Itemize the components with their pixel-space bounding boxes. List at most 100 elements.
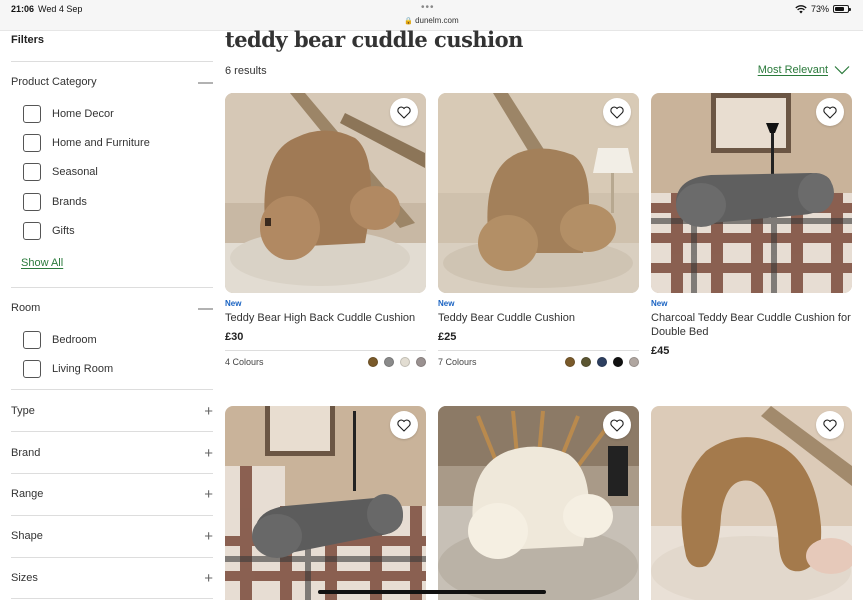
collapse-icon[interactable]: — [198, 74, 213, 91]
option-label: Home Decor [52, 108, 114, 120]
colour-swatch[interactable] [400, 357, 410, 367]
expand-icon[interactable]: + [204, 403, 213, 420]
colour-swatch[interactable] [416, 357, 426, 367]
product-card[interactable]: New Charcoal Teddy Bear Cuddle Cushion f… [651, 93, 852, 357]
home-indicator[interactable] [318, 590, 546, 594]
address-bar[interactable]: 🔒 dunelm.com [0, 16, 863, 25]
product-image[interactable] [438, 406, 639, 600]
divider [11, 287, 213, 288]
product-name[interactable]: Teddy Bear High Back Cuddle Cushion [225, 311, 426, 325]
divider [11, 473, 213, 474]
divider [11, 598, 213, 599]
new-badge: New [225, 299, 242, 308]
filter-section-room[interactable]: Room — [11, 298, 213, 318]
product-price: £30 [225, 331, 244, 343]
checkbox[interactable] [23, 331, 41, 349]
checkbox[interactable] [23, 105, 41, 123]
colour-swatch[interactable] [597, 357, 607, 367]
filter-option-seasonal[interactable]: Seasonal [23, 163, 98, 181]
filter-option-brands[interactable]: Brands [23, 193, 87, 211]
checkbox[interactable] [23, 222, 41, 240]
checkbox[interactable] [23, 193, 41, 211]
product-card[interactable] [651, 406, 852, 600]
filter-section-brand[interactable]: Brand + [11, 443, 213, 463]
section-label: Room [11, 302, 41, 314]
lock-icon: 🔒 [404, 18, 414, 25]
filter-section-product-category[interactable]: Product Category — [11, 72, 213, 92]
url-text: dunelm.com [415, 16, 459, 25]
product-card[interactable] [225, 406, 426, 600]
checkbox[interactable] [23, 134, 41, 152]
expand-icon[interactable]: + [204, 486, 213, 503]
product-image[interactable] [225, 406, 426, 600]
divider [11, 431, 213, 432]
collapse-icon[interactable]: — [198, 300, 213, 317]
product-name[interactable]: Teddy Bear Cuddle Cushion [438, 311, 639, 325]
section-label: Type [11, 405, 35, 417]
wifi-icon [795, 4, 807, 13]
section-label: Sizes [11, 572, 38, 584]
colour-swatch[interactable] [581, 357, 591, 367]
wishlist-button[interactable] [603, 98, 631, 126]
heart-icon [397, 106, 411, 119]
product-card[interactable] [438, 406, 639, 600]
filter-option-bedroom[interactable]: Bedroom [23, 331, 97, 349]
new-badge: New [651, 299, 668, 308]
heart-icon [397, 419, 411, 432]
section-label: Range [11, 488, 44, 500]
product-card[interactable]: New Teddy Bear High Back Cuddle Cushion … [225, 93, 426, 367]
divider [11, 389, 213, 390]
filter-option-gifts[interactable]: Gifts [23, 222, 75, 240]
sort-label: Most Relevant [757, 64, 828, 76]
product-price: £25 [438, 331, 457, 343]
filter-option-living-room[interactable]: Living Room [23, 360, 113, 378]
product-card[interactable]: New Teddy Bear Cuddle Cushion £25 7 Colo… [438, 93, 639, 367]
option-label: Brands [52, 196, 87, 208]
filter-option-home-and-furniture[interactable]: Home and Furniture [23, 134, 150, 152]
checkbox[interactable] [23, 163, 41, 181]
status-date: Wed 4 Sep [38, 4, 83, 14]
filter-section-shape[interactable]: Shape + [11, 526, 213, 546]
filter-section-type[interactable]: Type + [11, 401, 213, 421]
page-title: teddy bear cuddle cushion [225, 27, 523, 52]
wishlist-button[interactable] [390, 411, 418, 439]
more-dots-icon[interactable]: ••• [421, 2, 435, 13]
colours-count: 7 Colours [438, 357, 477, 367]
product-image[interactable] [651, 406, 852, 600]
filter-option-home-decor[interactable]: Home Decor [23, 105, 114, 123]
heart-icon [823, 419, 837, 432]
colour-swatch[interactable] [368, 357, 378, 367]
heart-icon [610, 419, 624, 432]
colour-options: 7 Colours [438, 350, 639, 367]
option-label: Living Room [52, 363, 114, 375]
wishlist-button[interactable] [816, 98, 844, 126]
show-all-link[interactable]: Show All [21, 257, 63, 269]
product-image[interactable] [225, 93, 426, 293]
section-label: Brand [11, 447, 41, 459]
divider [11, 515, 213, 516]
new-badge: New [438, 299, 455, 308]
wishlist-button[interactable] [390, 98, 418, 126]
checkbox[interactable] [23, 360, 41, 378]
expand-icon[interactable]: + [204, 570, 213, 587]
product-image[interactable] [651, 93, 852, 293]
colours-count: 4 Colours [225, 357, 264, 367]
wishlist-button[interactable] [603, 411, 631, 439]
expand-icon[interactable]: + [204, 445, 213, 462]
colour-swatch[interactable] [565, 357, 575, 367]
product-name[interactable]: Charcoal Teddy Bear Cuddle Cushion for D… [651, 311, 852, 339]
divider [11, 61, 213, 62]
sort-dropdown[interactable]: Most Relevant [758, 64, 850, 76]
wishlist-button[interactable] [816, 411, 844, 439]
expand-icon[interactable]: + [204, 528, 213, 545]
colour-swatch[interactable] [613, 357, 623, 367]
filter-section-range[interactable]: Range + [11, 484, 213, 504]
results-count: 6 results [225, 65, 267, 77]
option-label: Gifts [52, 225, 75, 237]
heart-icon [610, 106, 624, 119]
colour-swatch[interactable] [629, 357, 639, 367]
colour-swatch[interactable] [384, 357, 394, 367]
filter-section-sizes[interactable]: Sizes + [11, 568, 213, 588]
battery-icon [833, 5, 851, 13]
product-image[interactable] [438, 93, 639, 293]
